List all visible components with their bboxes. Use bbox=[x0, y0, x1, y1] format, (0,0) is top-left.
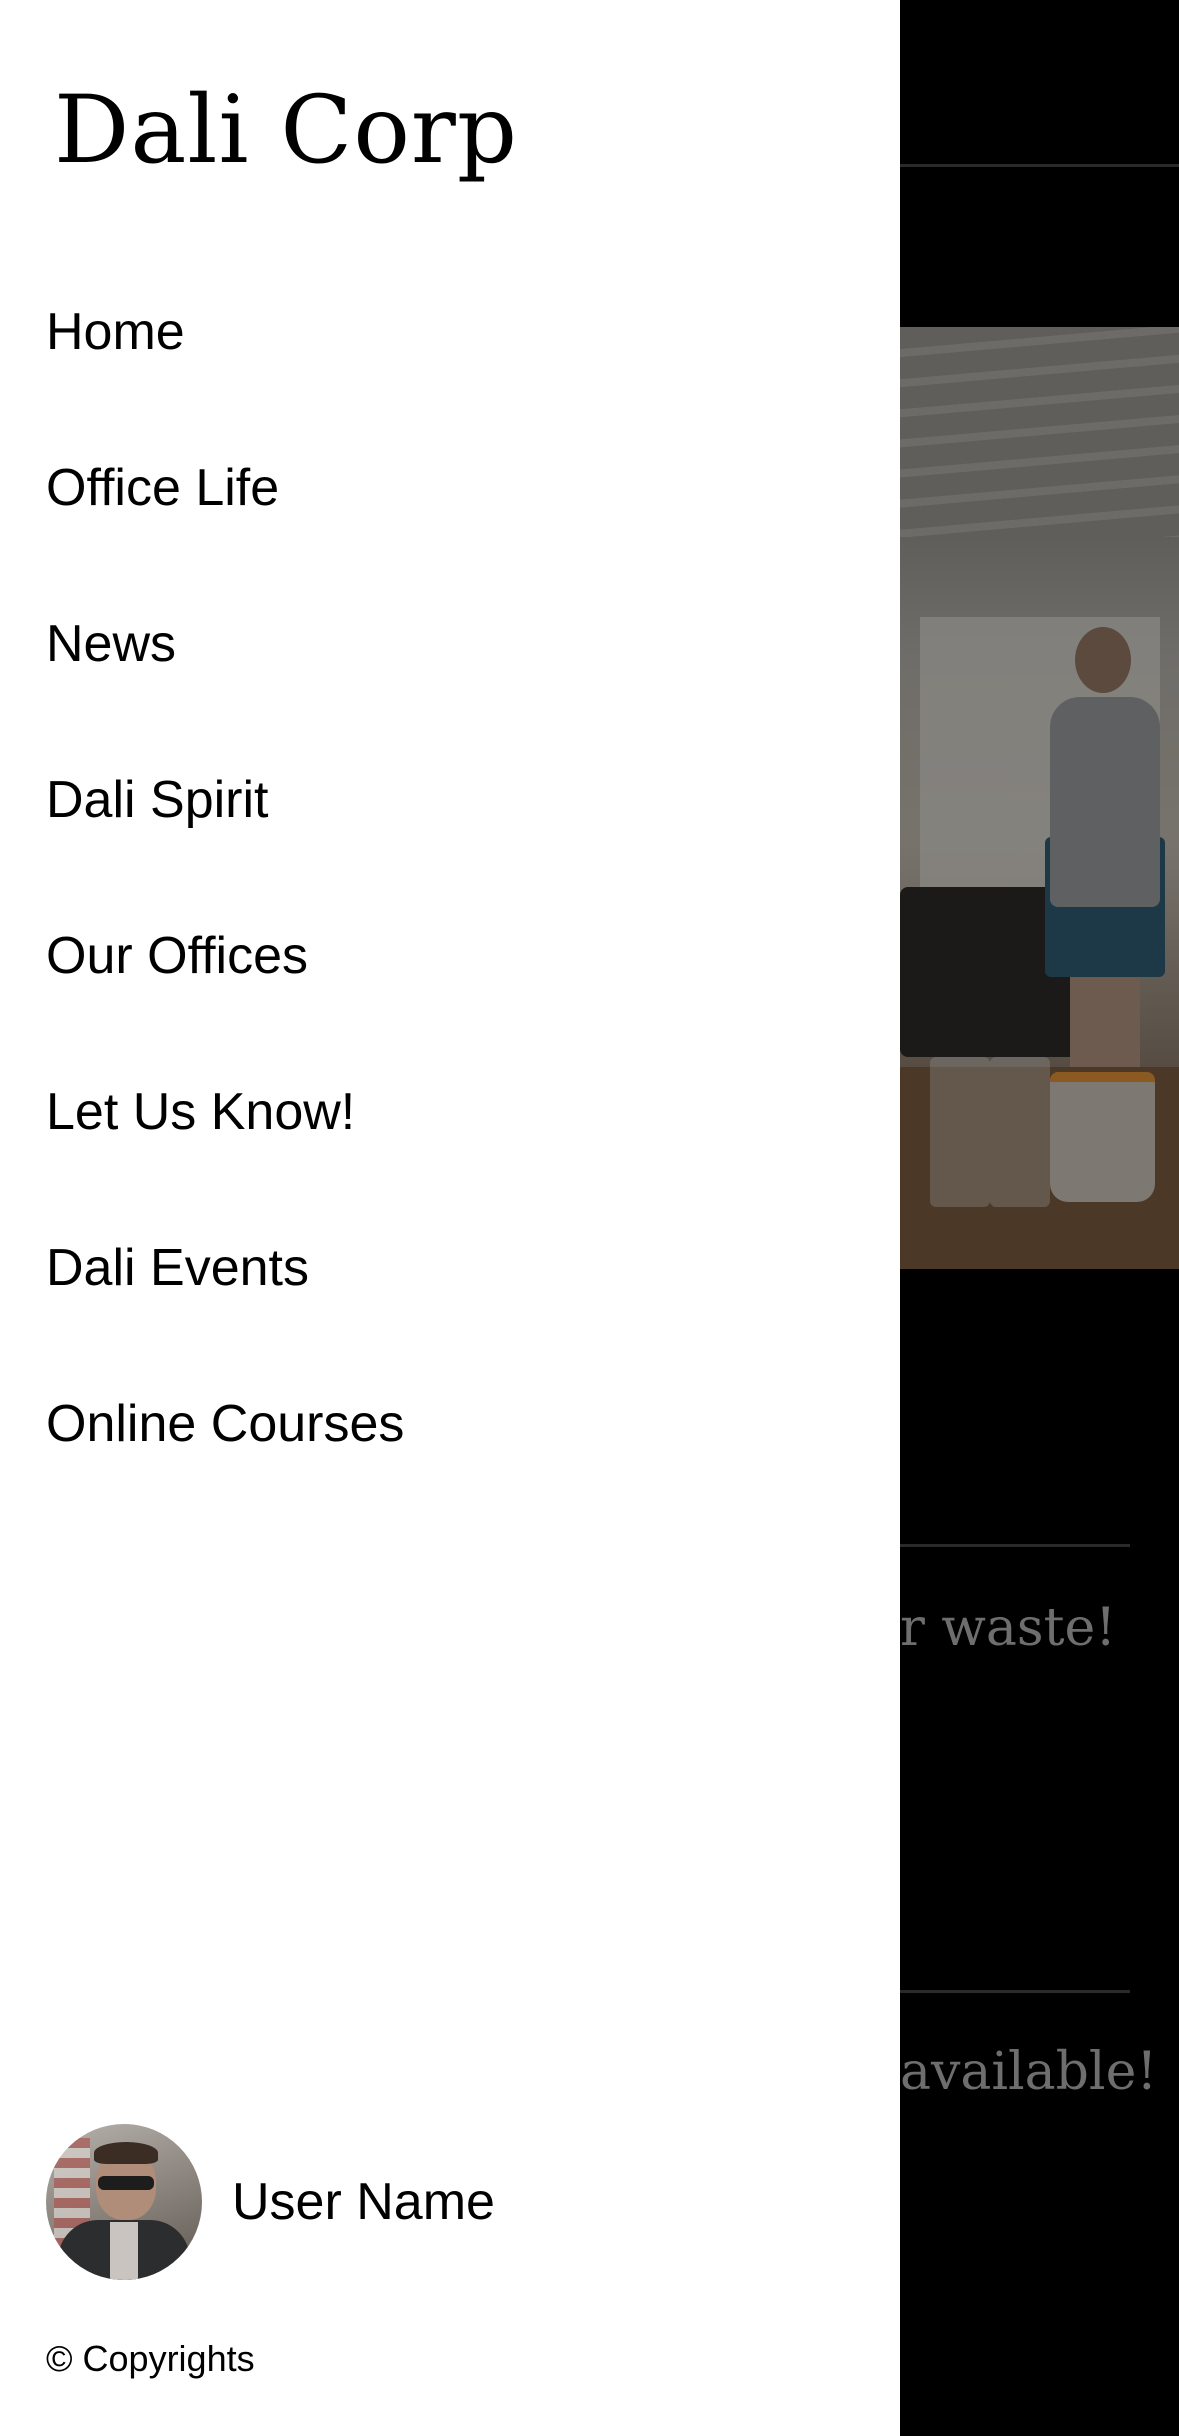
navigation-drawer: Dali Corp Home Office Life News Dali Spi… bbox=[0, 0, 900, 2436]
photo-ceiling bbox=[900, 327, 1179, 537]
photo-person-head bbox=[1075, 627, 1131, 693]
photo-glass bbox=[990, 1057, 1050, 1207]
article-title-snippet[interactable]: r waste! bbox=[900, 1598, 1116, 1658]
nav-item-online-courses[interactable]: Online Courses bbox=[46, 1384, 404, 1540]
nav-item-our-offices[interactable]: Our Offices bbox=[46, 916, 404, 1072]
copyright-text: © Copyrights bbox=[46, 2338, 255, 2379]
avatar-hair bbox=[94, 2142, 158, 2164]
user-profile[interactable]: User Name bbox=[46, 2124, 495, 2280]
nav-item-news[interactable]: News bbox=[46, 604, 404, 760]
content-divider bbox=[900, 1544, 1130, 1547]
nav-item-let-us-know[interactable]: Let Us Know! bbox=[46, 1072, 404, 1228]
nav-item-office-life[interactable]: Office Life bbox=[46, 448, 404, 604]
photo-glass bbox=[930, 1057, 990, 1207]
content-divider bbox=[900, 1990, 1130, 1993]
nav-item-home[interactable]: Home bbox=[46, 292, 404, 448]
photo-cup bbox=[1050, 1072, 1155, 1202]
article-title-snippet[interactable]: available! bbox=[900, 2042, 1157, 2102]
user-name: User Name bbox=[232, 2173, 495, 2231]
photo-person-body bbox=[1050, 697, 1160, 907]
nav-item-dali-spirit[interactable]: Dali Spirit bbox=[46, 760, 404, 916]
nav-menu: Home Office Life News Dali Spirit Our Of… bbox=[46, 292, 404, 1540]
nav-item-dali-events[interactable]: Dali Events bbox=[46, 1228, 404, 1384]
avatar-sunglasses bbox=[98, 2176, 154, 2190]
avatar-shirt bbox=[110, 2222, 138, 2280]
header-divider bbox=[900, 164, 1179, 167]
brand-title: Dali Corp bbox=[54, 76, 519, 185]
avatar[interactable] bbox=[46, 2124, 202, 2280]
office-photo bbox=[900, 327, 1179, 1269]
